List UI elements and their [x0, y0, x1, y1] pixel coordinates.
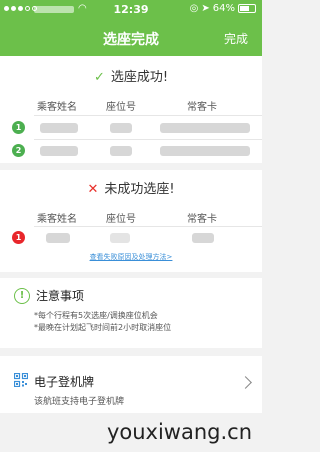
done-button[interactable]: 完成 — [224, 30, 248, 47]
passenger-name-redacted — [46, 233, 70, 243]
seat-number-redacted — [110, 123, 132, 133]
failure-reason-link[interactable]: 查看失败原因及处理方法> — [0, 252, 262, 262]
divider — [34, 115, 262, 116]
info-icon: ! — [14, 287, 30, 304]
boarding-pass-title: 电子登机牌 — [34, 375, 95, 389]
divider — [34, 139, 262, 140]
success-section: ✓ 选座成功! 乘客姓名 座位号 常客卡 1 2 — [0, 56, 262, 163]
passenger-index-badge: 2 — [12, 144, 25, 157]
seat-number-redacted — [110, 233, 130, 243]
rotation-lock-icon: ◎ — [189, 3, 199, 14]
passenger-index-badge: 1 — [12, 121, 25, 134]
passenger-row: 1 — [0, 119, 262, 137]
passenger-name-redacted — [40, 123, 78, 133]
notice-title-text: 注意事项 — [36, 289, 85, 303]
boarding-pass-row[interactable]: 电子登机牌 该航班支持电子登机牌 — [0, 356, 262, 413]
notice-title: ! 注意事项 — [14, 287, 84, 304]
cross-icon: ✕ — [87, 182, 99, 197]
watermark: youxiwang.cn — [106, 420, 252, 444]
passenger-row: 2 — [0, 142, 262, 160]
notice-section: ! 注意事项 *每个行程有5次选座/调换座位机会 *最晚在计划起飞时间前2小时取消… — [0, 278, 262, 348]
success-title: ✓ 选座成功! — [0, 66, 262, 85]
divider — [34, 226, 262, 227]
header-seat-number: 座位号 — [106, 214, 136, 225]
seat-number-redacted — [110, 146, 132, 156]
nav-bar: 选座完成 完成 — [0, 20, 262, 56]
status-right: ◎ ➤ 64% — [190, 3, 256, 14]
header-passenger-name: 乘客姓名 — [37, 214, 77, 225]
header-seat-number: 座位号 — [106, 102, 136, 113]
notice-line: *最晚在计划起飞时间前2小时取消座位 — [34, 323, 172, 332]
battery-icon — [238, 4, 256, 13]
location-arrow-icon: ➤ — [201, 3, 210, 14]
passenger-name-redacted — [40, 146, 78, 156]
header-passenger-name: 乘客姓名 — [37, 102, 77, 113]
header-frequent-flyer: 常客卡 — [187, 102, 217, 113]
notice-line: *每个行程有5次选座/调换座位机会 — [34, 311, 158, 320]
check-icon: ✓ — [93, 70, 105, 85]
failure-section: ✕ 未成功选座! 乘客姓名 座位号 常客卡 1 查看失败原因及处理方法> — [0, 170, 262, 272]
frequent-flyer-redacted — [160, 146, 250, 156]
failure-title-text: 未成功选座! — [104, 182, 175, 197]
passenger-row: 1 — [0, 229, 262, 247]
success-title-text: 选座成功! — [110, 70, 169, 85]
qr-code-icon — [14, 373, 28, 387]
frequent-flyer-redacted — [160, 123, 250, 133]
status-bar: ◠ 12:39 ◎ ➤ 64% — [0, 0, 262, 20]
battery-percent: 64% — [212, 3, 235, 14]
page-title: 选座完成 — [103, 32, 159, 48]
passenger-index-badge: 1 — [12, 231, 25, 244]
frequent-flyer-redacted — [192, 233, 214, 243]
chevron-right-icon — [239, 376, 252, 389]
header-frequent-flyer: 常客卡 — [187, 214, 217, 225]
boarding-pass-subtitle: 该航班支持电子登机牌 — [34, 397, 125, 407]
failure-title: ✕ 未成功选座! — [0, 178, 262, 197]
